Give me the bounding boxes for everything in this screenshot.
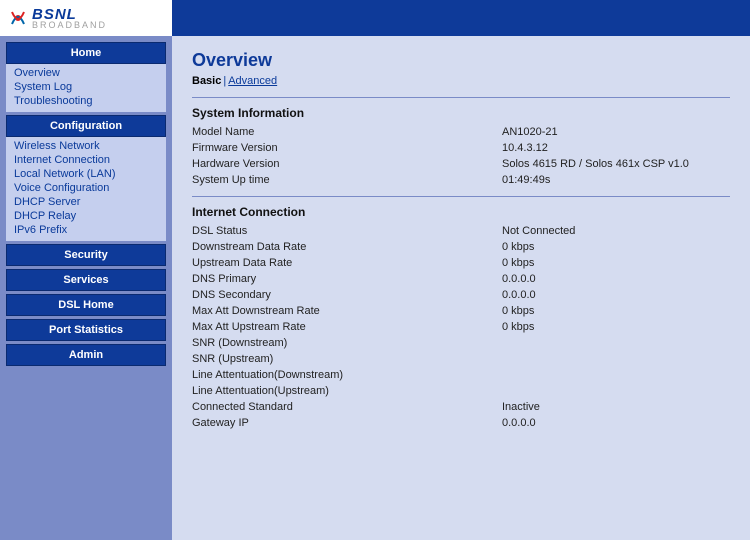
- info-value: Solos 4615 RD / Solos 461x CSP v1.0: [502, 158, 730, 170]
- info-row: SNR (Downstream): [192, 335, 730, 351]
- info-value: 01:49:49s: [502, 174, 730, 186]
- logo: BSNL BROADBAND: [0, 0, 172, 36]
- page-title: Overview: [192, 50, 730, 71]
- info-row: Hardware VersionSolos 4615 RD / Solos 46…: [192, 156, 730, 172]
- tab-basic[interactable]: Basic: [192, 75, 221, 87]
- info-value: 0.0.0.0: [502, 417, 730, 429]
- nav-troubleshooting[interactable]: Troubleshooting: [14, 94, 158, 108]
- nav-security-header[interactable]: Security: [6, 244, 166, 266]
- info-row: Line Attentuation(Downstream): [192, 367, 730, 383]
- info-value: Inactive: [502, 401, 730, 413]
- nav-overview[interactable]: Overview: [14, 66, 158, 80]
- info-label: DNS Secondary: [192, 289, 502, 301]
- nav-voice-configuration[interactable]: Voice Configuration: [14, 181, 158, 195]
- tab-advanced[interactable]: Advanced: [228, 75, 277, 87]
- internet-connection-title: Internet Connection: [192, 205, 730, 219]
- nav-admin-header[interactable]: Admin: [6, 344, 166, 366]
- info-row: DNS Primary0.0.0.0: [192, 271, 730, 287]
- tabs: Basic|Advanced: [192, 75, 730, 87]
- info-label: Model Name: [192, 126, 502, 138]
- info-value: 0 kbps: [502, 241, 730, 253]
- system-information-title: System Information: [192, 106, 730, 120]
- divider: [192, 97, 730, 98]
- nav-system-log[interactable]: System Log: [14, 80, 158, 94]
- info-label: DSL Status: [192, 225, 502, 237]
- info-label: Line Attentuation(Upstream): [192, 385, 502, 397]
- header: BSNL BROADBAND: [0, 0, 750, 36]
- info-row: Connected StandardInactive: [192, 399, 730, 415]
- nav-internet-connection[interactable]: Internet Connection: [14, 153, 158, 167]
- info-value: 0 kbps: [502, 257, 730, 269]
- content: Overview Basic|Advanced System Informati…: [172, 36, 750, 540]
- nav-home-header[interactable]: Home: [6, 42, 166, 64]
- internet-connection-table: DSL StatusNot ConnectedDownstream Data R…: [192, 223, 730, 431]
- info-row: Max Att Downstream Rate0 kbps: [192, 303, 730, 319]
- info-row: Line Attentuation(Upstream): [192, 383, 730, 399]
- info-label: DNS Primary: [192, 273, 502, 285]
- info-value: AN1020-21: [502, 126, 730, 138]
- info-label: Gateway IP: [192, 417, 502, 429]
- nav-wireless-network[interactable]: Wireless Network: [14, 139, 158, 153]
- info-row: DNS Secondary0.0.0.0: [192, 287, 730, 303]
- info-label: SNR (Downstream): [192, 337, 502, 349]
- nav-services-header[interactable]: Services: [6, 269, 166, 291]
- info-label: Line Attentuation(Downstream): [192, 369, 502, 381]
- sidebar: Home Overview System Log Troubleshooting…: [0, 36, 172, 540]
- info-row: SNR (Upstream): [192, 351, 730, 367]
- info-row: Upstream Data Rate0 kbps: [192, 255, 730, 271]
- nav-port-statistics-header[interactable]: Port Statistics: [6, 319, 166, 341]
- info-value: [502, 369, 730, 381]
- info-label: Downstream Data Rate: [192, 241, 502, 253]
- tab-separator: |: [223, 75, 226, 87]
- nav-ipv6-prefix[interactable]: IPv6 Prefix: [14, 223, 158, 237]
- info-label: Hardware Version: [192, 158, 502, 170]
- info-row: Firmware Version10.4.3.12: [192, 140, 730, 156]
- info-row: Model NameAN1020-21: [192, 124, 730, 140]
- info-row: DSL StatusNot Connected: [192, 223, 730, 239]
- info-value: 0 kbps: [502, 305, 730, 317]
- nav-dsl-home-header[interactable]: DSL Home: [6, 294, 166, 316]
- system-information-table: Model NameAN1020-21Firmware Version10.4.…: [192, 124, 730, 188]
- info-value: [502, 337, 730, 349]
- info-label: System Up time: [192, 174, 502, 186]
- info-label: Connected Standard: [192, 401, 502, 413]
- info-value: 0 kbps: [502, 321, 730, 333]
- info-label: Max Att Upstream Rate: [192, 321, 502, 333]
- nav-local-network[interactable]: Local Network (LAN): [14, 167, 158, 181]
- info-value: 0.0.0.0: [502, 273, 730, 285]
- info-value: 0.0.0.0: [502, 289, 730, 301]
- nav-dhcp-server[interactable]: DHCP Server: [14, 195, 158, 209]
- info-label: Max Att Downstream Rate: [192, 305, 502, 317]
- nav-configuration-header[interactable]: Configuration: [6, 115, 166, 137]
- info-value: 10.4.3.12: [502, 142, 730, 154]
- info-row: Max Att Upstream Rate0 kbps: [192, 319, 730, 335]
- info-row: Downstream Data Rate0 kbps: [192, 239, 730, 255]
- info-value: Not Connected: [502, 225, 730, 237]
- logo-subtitle: BROADBAND: [32, 21, 107, 30]
- info-row: System Up time01:49:49s: [192, 172, 730, 188]
- bsnl-logo-icon: [8, 8, 28, 28]
- info-label: Firmware Version: [192, 142, 502, 154]
- info-row: Gateway IP0.0.0.0: [192, 415, 730, 431]
- info-label: Upstream Data Rate: [192, 257, 502, 269]
- nav-dhcp-relay[interactable]: DHCP Relay: [14, 209, 158, 223]
- header-bar: [172, 0, 750, 36]
- info-value: [502, 353, 730, 365]
- info-value: [502, 385, 730, 397]
- info-label: SNR (Upstream): [192, 353, 502, 365]
- divider: [192, 196, 730, 197]
